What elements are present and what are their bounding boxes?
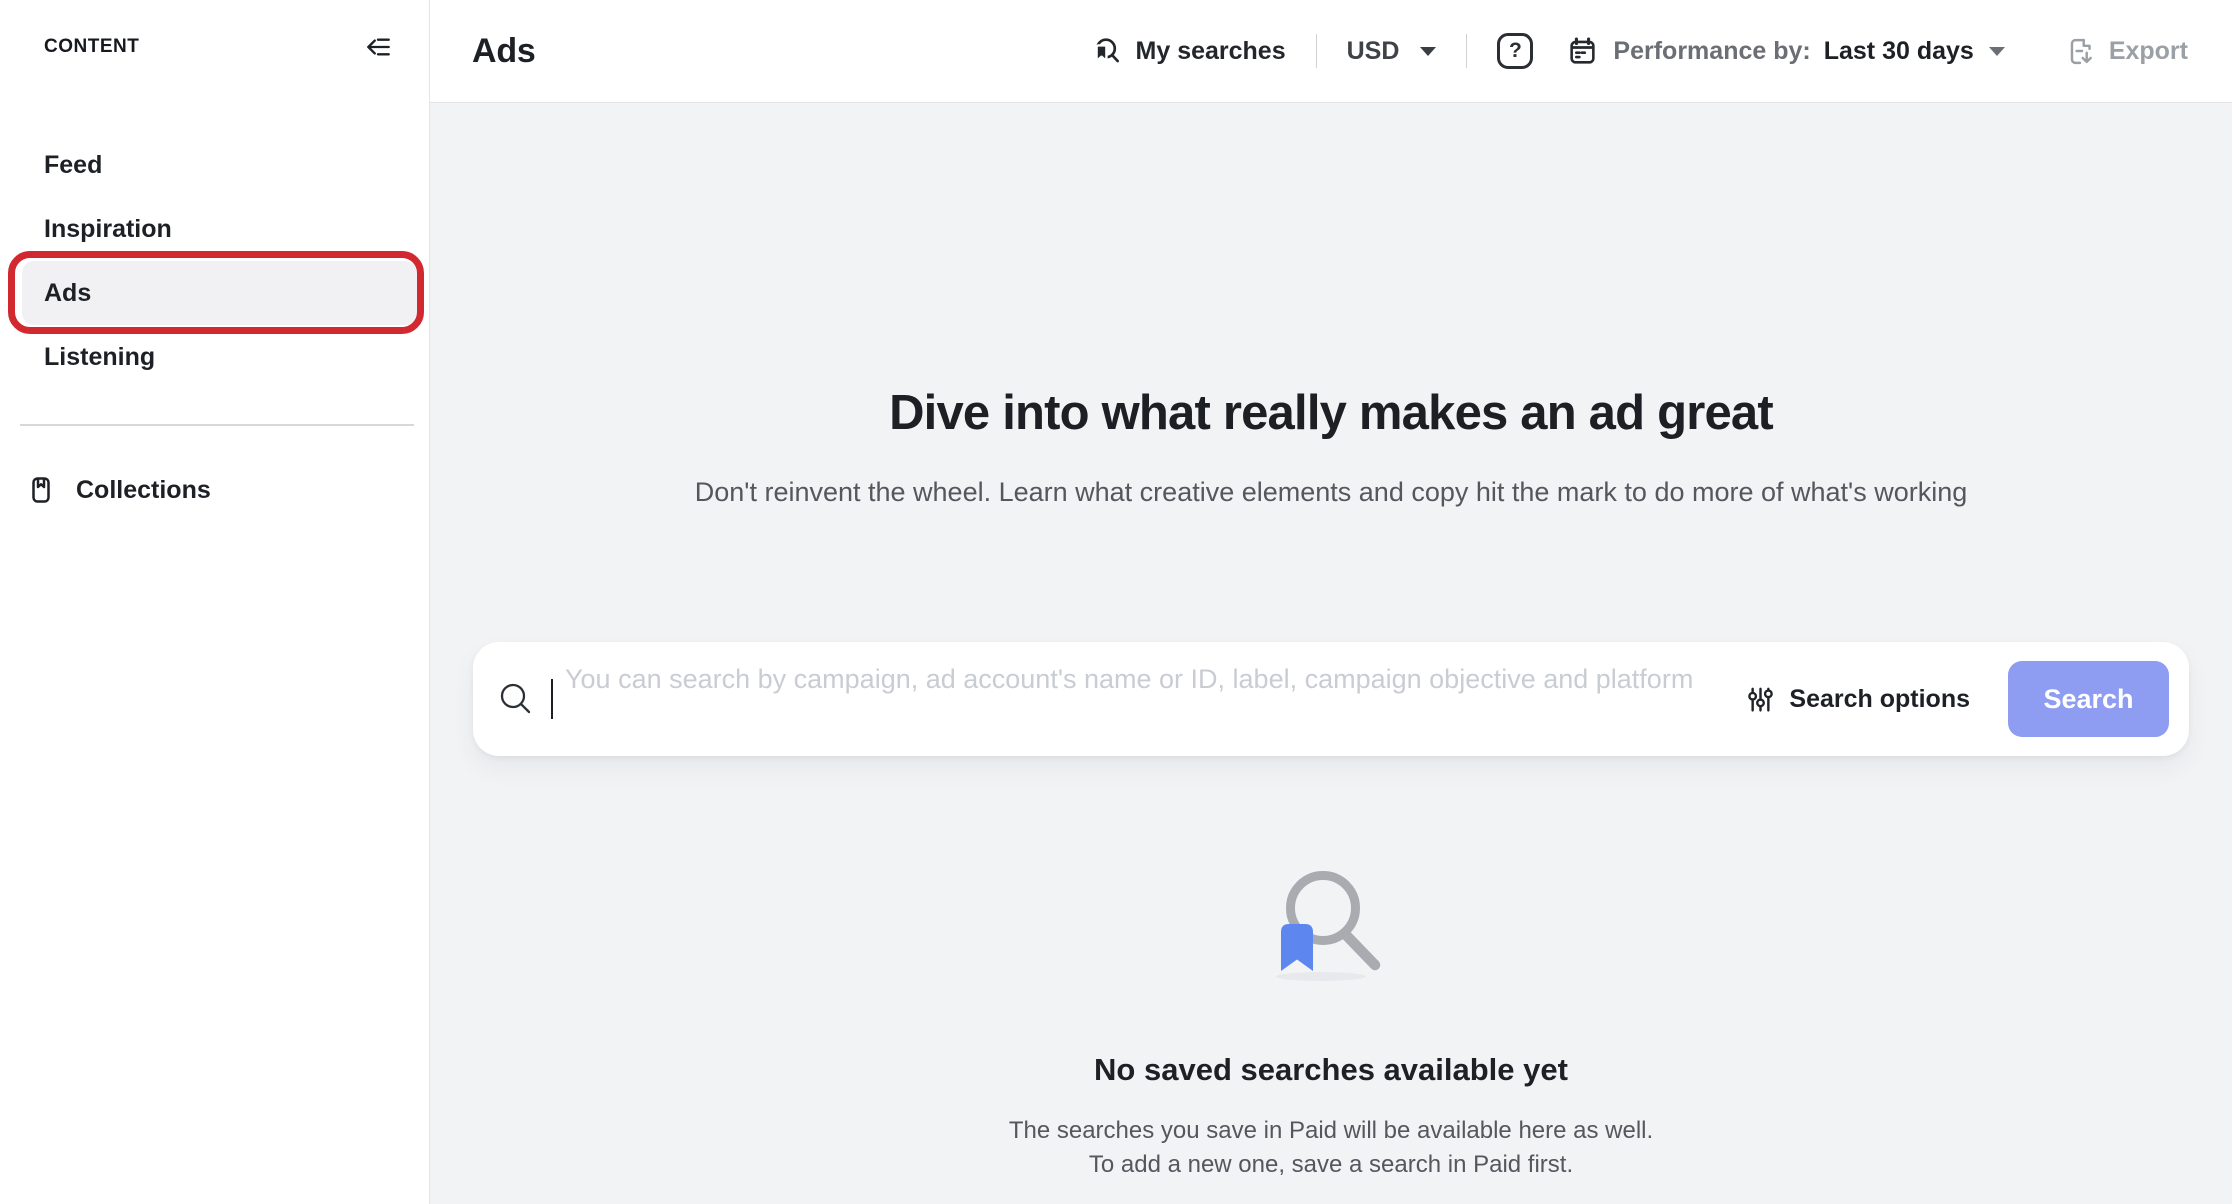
- performance-period-value: Last 30 days: [1824, 37, 1974, 66]
- topbar: Ads My searches USD: [430, 0, 2232, 103]
- divider: [1316, 34, 1317, 68]
- sidebar-item-label: Listening: [44, 343, 155, 372]
- sidebar-item-feed[interactable]: Feed: [22, 133, 417, 197]
- currency-value: USD: [1347, 37, 1400, 66]
- page-title: Ads: [472, 32, 536, 71]
- empty-state: No saved searches available yet The sear…: [1009, 866, 1653, 1182]
- sidebar-divider: [20, 424, 414, 426]
- collapse-left-icon: [363, 32, 393, 62]
- sidebar-item-ads[interactable]: Ads: [22, 261, 417, 325]
- performance-by-label: Performance by:: [1613, 37, 1810, 66]
- hero-heading: Dive into what really makes an ad great: [889, 385, 1773, 441]
- file-download-icon: [2065, 36, 2096, 67]
- my-searches-label: My searches: [1136, 37, 1286, 66]
- divider: [1466, 34, 1467, 68]
- chevron-down-icon: [1989, 47, 2005, 56]
- sidebar-item-label: Ads: [44, 279, 91, 308]
- empty-state-line2: To add a new one, save a search in Paid …: [1009, 1148, 1653, 1182]
- magnifier-bookmark-illustration: [1273, 866, 1389, 982]
- text-cursor: [551, 679, 553, 719]
- search-options-label: Search options: [1789, 685, 1970, 714]
- currency-dropdown[interactable]: USD: [1347, 37, 1437, 66]
- calendar-icon: [1567, 36, 1598, 67]
- topbar-controls: My searches USD ?: [1089, 33, 2188, 69]
- export-button[interactable]: Export: [2065, 36, 2188, 67]
- search-icon: [497, 680, 535, 718]
- search-bar: You can search by campaign, ad account's…: [473, 642, 2189, 756]
- sidebar-section-label: CONTENT: [44, 36, 139, 58]
- sidebar-item-listening[interactable]: Listening: [22, 325, 417, 389]
- bookmark-search-icon: [1089, 34, 1123, 68]
- help-button[interactable]: ?: [1497, 33, 1533, 69]
- empty-state-description: The searches you save in Paid will be av…: [1009, 1114, 1653, 1182]
- my-searches-button[interactable]: My searches: [1089, 34, 1286, 68]
- sidebar-item-label: Inspiration: [44, 215, 172, 244]
- sidebar: CONTENT Feed Inspiration: [0, 0, 430, 1204]
- search-button[interactable]: Search: [2008, 661, 2169, 737]
- sidebar-item-inspiration[interactable]: Inspiration: [22, 197, 417, 261]
- search-placeholder: You can search by campaign, ad account's…: [565, 668, 1745, 699]
- empty-state-title: No saved searches available yet: [1094, 1052, 1568, 1088]
- main-area: Ads My searches USD: [430, 0, 2232, 1204]
- sliders-icon: [1746, 685, 1775, 714]
- collections-icon: [26, 475, 56, 505]
- sidebar-item-label: Feed: [44, 151, 102, 180]
- app-window: CONTENT Feed Inspiration: [0, 0, 2232, 1204]
- sidebar-header: CONTENT: [0, 0, 429, 62]
- performance-period-dropdown[interactable]: Performance by: Last 30 days: [1567, 36, 2004, 67]
- chevron-down-icon: [1420, 47, 1436, 56]
- sidebar-collapse-button[interactable]: [363, 32, 393, 62]
- sidebar-nav: Feed Inspiration Ads Listening: [22, 133, 417, 389]
- search-input[interactable]: You can search by campaign, ad account's…: [565, 668, 1745, 730]
- question-mark-icon: ?: [1509, 39, 1522, 63]
- search-options-button[interactable]: Search options: [1746, 685, 1970, 714]
- sidebar-item-collections[interactable]: Collections: [26, 466, 414, 514]
- empty-state-line1: The searches you save in Paid will be av…: [1009, 1114, 1653, 1148]
- export-label: Export: [2109, 37, 2188, 66]
- content-area: Dive into what really makes an ad great …: [430, 103, 2232, 1204]
- hero-subheading: Don't reinvent the wheel. Learn what cre…: [695, 477, 1967, 508]
- collections-label: Collections: [76, 476, 211, 505]
